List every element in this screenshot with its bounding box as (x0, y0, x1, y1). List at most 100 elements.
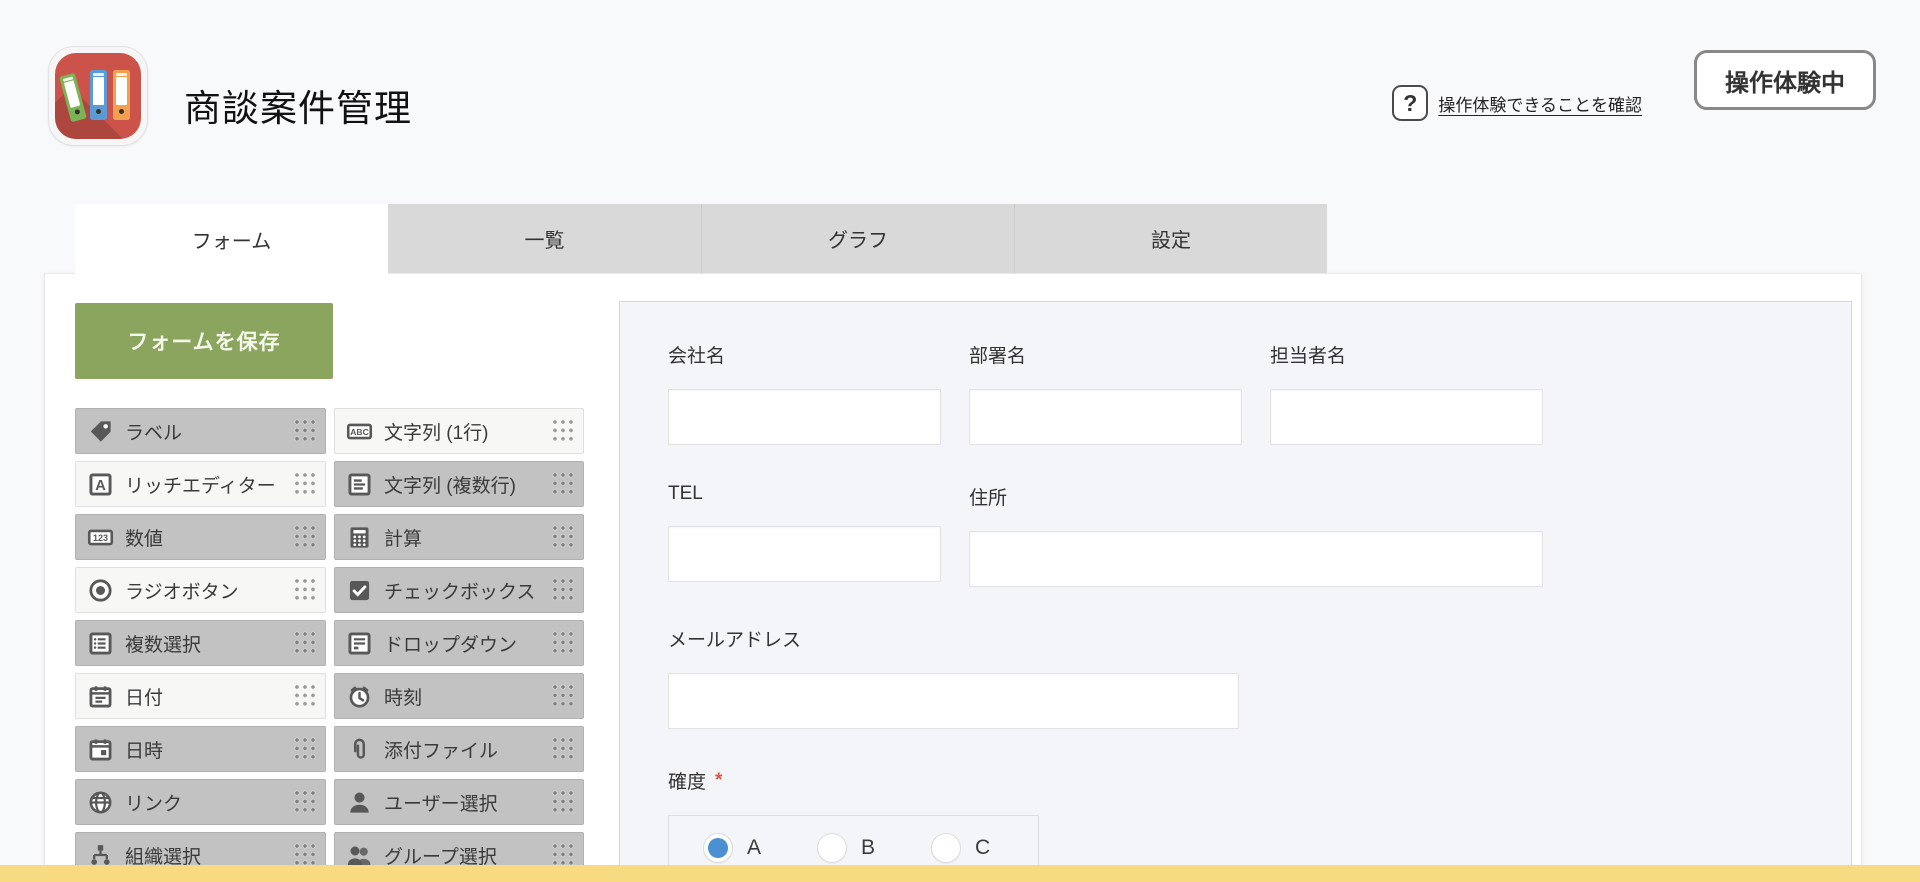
field-tel-input[interactable] (668, 526, 941, 582)
tab-bar: フォーム 一覧 グラフ 設定 (75, 204, 1327, 274)
form-row: TEL 住所 (668, 483, 1811, 587)
field-department-name[interactable]: 部署名 (969, 341, 1242, 445)
help-icon[interactable]: ? (1392, 85, 1429, 121)
palette-item-date[interactable]: 日付 (75, 673, 326, 719)
tab-list[interactable]: 一覧 (388, 204, 701, 273)
field-company-name-input[interactable] (668, 389, 941, 445)
palette-item-calc[interactable]: 計算 (334, 514, 584, 560)
radio-circle[interactable] (817, 833, 848, 863)
drag-handle-icon[interactable] (552, 683, 575, 709)
palette-item-text-single[interactable]: ABC 文字列 (1行) (334, 408, 584, 454)
field-address-input[interactable] (969, 531, 1543, 587)
tag-icon (86, 417, 114, 445)
field-email[interactable]: メールアドレス (668, 625, 1239, 729)
radio-circle[interactable] (703, 833, 733, 863)
palette-item-datetime[interactable]: 日時 (75, 726, 326, 772)
required-mark: * (715, 769, 723, 791)
drag-handle-icon[interactable] (552, 524, 575, 550)
attachment-icon (345, 735, 373, 763)
user-select-icon (345, 788, 373, 816)
palette-item-radio[interactable]: ラジオボタン (75, 567, 326, 613)
form-canvas: 会社名 部署名 担当者名 TEL 住所 メールアドレス 確度 * A B C (619, 301, 1852, 882)
palette-item-number[interactable]: 123 数値 (75, 514, 326, 560)
palette-item-tag[interactable]: ラベル (75, 408, 326, 454)
radio-circle[interactable] (931, 833, 962, 863)
text-multi-icon (345, 470, 373, 498)
number-icon: 123 (86, 523, 114, 551)
rich-editor-icon: A (86, 470, 114, 498)
time-icon (345, 682, 373, 710)
palette-item-time[interactable]: 時刻 (334, 673, 584, 719)
radio-icon (86, 576, 114, 604)
palette-item-rich-editor[interactable]: A リッチエディター (75, 461, 326, 507)
form-row: 会社名 部署名 担当者名 (668, 341, 1811, 445)
field-email-input[interactable] (668, 673, 1239, 729)
drag-handle-icon[interactable] (294, 471, 317, 497)
radio-option-c[interactable]: C (931, 833, 990, 863)
palette-item-dropdown[interactable]: ドロップダウン (334, 620, 584, 666)
field-contact-name-input[interactable] (1270, 389, 1543, 445)
checkbox-icon (345, 576, 373, 604)
drag-handle-icon[interactable] (294, 789, 317, 815)
field-label: 部署名 (969, 346, 1027, 367)
binder-blue-icon (90, 70, 107, 120)
palette-item-multi-select[interactable]: 複数選択 (75, 620, 326, 666)
field-company-name[interactable]: 会社名 (668, 341, 941, 445)
drag-handle-icon[interactable] (552, 577, 575, 603)
field-address[interactable]: 住所 (969, 483, 1543, 587)
radio-option-a[interactable]: A (703, 833, 761, 863)
tab-form[interactable]: フォーム (75, 204, 388, 274)
datetime-icon (86, 735, 114, 763)
svg-text:123: 123 (92, 533, 107, 543)
tab-settings[interactable]: 設定 (1014, 204, 1327, 273)
field-probability[interactable]: 確度 * A B C (668, 767, 1811, 881)
palette-item-text-multi[interactable]: 文字列 (複数行) (334, 461, 584, 507)
field-palette: ラベル ABC 文字列 (1行) A リッチエディター 文字列 (複数行) 12… (75, 408, 584, 878)
help-link[interactable]: 操作体験できることを確認 (1438, 91, 1642, 116)
app-header: 商談案件管理 ? 操作体験できることを確認 操作体験中 (0, 0, 1920, 204)
multi-select-icon (86, 629, 114, 657)
drag-handle-icon[interactable] (294, 524, 317, 550)
drag-handle-icon[interactable] (294, 630, 317, 656)
field-label: 確度 * (668, 769, 723, 794)
drag-handle-icon[interactable] (294, 577, 317, 603)
palette-item-checkbox[interactable]: チェックボックス (334, 567, 584, 613)
field-label: TEL (668, 483, 703, 504)
field-label: メールアドレス (668, 630, 802, 651)
dropdown-icon (345, 629, 373, 657)
trial-mode-button[interactable]: 操作体験中 (1694, 50, 1876, 110)
drag-handle-icon[interactable] (294, 842, 317, 868)
link-icon (86, 788, 114, 816)
drag-handle-icon[interactable] (552, 471, 575, 497)
field-tel[interactable]: TEL (668, 483, 941, 587)
drag-handle-icon[interactable] (294, 683, 317, 709)
palette-item-link[interactable]: リンク (75, 779, 326, 825)
date-icon (86, 682, 114, 710)
text-single-icon: ABC (345, 417, 373, 445)
drag-handle-icon[interactable] (552, 842, 575, 868)
radio-option-b[interactable]: B (817, 833, 875, 863)
field-label: 担当者名 (1270, 346, 1347, 367)
svg-text:ABC: ABC (350, 427, 369, 437)
app-icon (48, 46, 148, 146)
field-contact-name[interactable]: 担当者名 (1270, 341, 1543, 445)
calc-icon (345, 523, 373, 551)
form-editor-panel: フォームを保存 ラベル ABC 文字列 (1行) A リッチエディター 文字列 … (44, 273, 1862, 882)
drag-handle-icon[interactable] (552, 736, 575, 762)
drag-handle-icon[interactable] (294, 418, 317, 444)
drag-handle-icon[interactable] (552, 418, 575, 444)
drag-handle-icon[interactable] (552, 789, 575, 815)
app-title: 商談案件管理 (184, 88, 412, 129)
app-page: 商談案件管理 ? 操作体験できることを確認 操作体験中 フォーム 一覧 グラフ 設定 … (0, 0, 1920, 882)
save-form-button[interactable]: フォームを保存 (75, 303, 333, 379)
palette-item-attachment[interactable]: 添付ファイル (334, 726, 584, 772)
app-icon-binders (55, 53, 141, 139)
drag-handle-icon[interactable] (294, 736, 317, 762)
tab-graph[interactable]: グラフ (701, 204, 1014, 273)
field-department-name-input[interactable] (969, 389, 1242, 445)
field-label: 会社名 (668, 346, 726, 367)
help-row: ? 操作体験できることを確認 (1392, 85, 1642, 121)
drag-handle-icon[interactable] (552, 630, 575, 656)
svg-text:A: A (95, 477, 106, 493)
palette-item-user-select[interactable]: ユーザー選択 (334, 779, 584, 825)
